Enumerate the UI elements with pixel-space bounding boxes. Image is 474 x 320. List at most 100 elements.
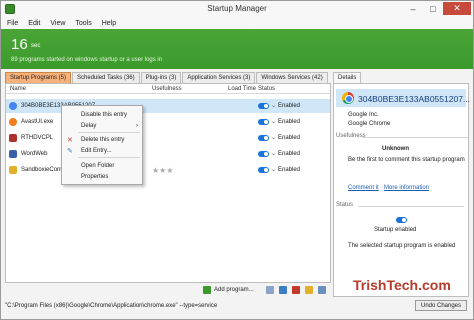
delete-icon[interactable] <box>291 286 300 294</box>
column-name[interactable]: Name <box>10 86 26 92</box>
menu-item-delay[interactable]: Delay › <box>62 120 142 131</box>
category-tabs: Startup Programs (5) Scheduled Tasks (36… <box>5 72 329 83</box>
chevron-down-icon[interactable]: ⌄ <box>271 102 276 109</box>
status-label: Enabled <box>278 119 301 125</box>
column-usefulness[interactable]: Usefulness <box>152 86 182 92</box>
command-line-path: "C:\Program Files (x86)\Google\Chrome\Ap… <box>5 303 218 309</box>
menu-tools[interactable]: Tools <box>75 20 91 27</box>
edit-icon: ✎ <box>67 147 73 155</box>
edit-icon[interactable] <box>278 286 287 294</box>
chrome-icon <box>342 92 354 104</box>
table-row[interactable]: WordWeb ⌄ Enabled <box>6 147 330 161</box>
more-information-link[interactable]: More information <box>384 185 429 191</box>
maximize-button[interactable]: □ <box>423 2 443 15</box>
context-menu: Disable this entry Delay › ✕ Delete this… <box>61 105 143 185</box>
menu-item-label: Edit Entry... <box>81 147 112 154</box>
status-toggle[interactable] <box>258 167 269 173</box>
tab-startup-programs[interactable]: Startup Programs (5) <box>5 72 72 83</box>
minimize-button[interactable]: – <box>403 2 423 15</box>
menu-separator <box>78 157 140 158</box>
status-value: Startup enabled <box>374 227 417 233</box>
chevron-down-icon[interactable]: ⌄ <box>271 118 276 125</box>
chevron-down-icon[interactable]: ⌄ <box>271 166 276 173</box>
usefulness-rating[interactable]: ★★★ <box>152 166 174 175</box>
menu-view[interactable]: View <box>50 20 65 27</box>
chevron-down-icon[interactable]: ⌄ <box>271 150 276 157</box>
close-button[interactable]: ✕ <box>443 2 471 15</box>
status-label: Enabled <box>278 167 301 173</box>
boot-time-banner: 16 sec 89 programs started on windows st… <box>1 29 473 69</box>
wordweb-icon <box>9 150 17 158</box>
menu-file[interactable]: File <box>7 20 18 27</box>
status-label: Enabled <box>278 103 301 109</box>
menu-item-edit[interactable]: ✎ Edit Entry... <box>62 145 142 156</box>
column-status[interactable]: Status <box>258 86 275 92</box>
startup-status-toggle[interactable] <box>396 217 407 223</box>
status-label: Enabled <box>278 135 301 141</box>
status-toggle[interactable] <box>258 119 269 125</box>
details-panel: 304B0BE3E133AB0551207... Google Inc. Goo… <box>333 83 470 297</box>
search-icon[interactable] <box>317 286 326 294</box>
startup-manager-window: Startup Manager – □ ✕ File Edit View Too… <box>0 0 474 320</box>
tab-application-services[interactable]: Application Services (3) <box>182 72 256 83</box>
title-bar: Startup Manager – □ ✕ <box>1 1 473 17</box>
watermark: TrishTech.com <box>353 277 451 293</box>
menu-edit[interactable]: Edit <box>28 20 40 27</box>
table-row[interactable]: AvastUI.exe ⌄ Enabled <box>6 115 330 129</box>
boot-time-value: 16 <box>11 36 28 53</box>
delete-icon: ✕ <box>67 136 73 144</box>
status-toggle[interactable] <box>258 135 269 141</box>
status-section-header: Status <box>336 202 354 208</box>
speaker-icon <box>9 134 17 142</box>
menu-bar: File Edit View Tools Help <box>1 17 473 29</box>
usefulness-section-header: Usefulness <box>336 133 366 139</box>
folder-icon[interactable] <box>304 286 313 294</box>
menu-item-label: Open Folder <box>81 162 115 169</box>
section-divider <box>362 137 468 138</box>
column-header: Name Usefulness Load Time Status <box>6 84 330 94</box>
table-row[interactable]: SandboxieControl ★★★ ⌄ Enabled <box>6 163 330 177</box>
window-controls: – □ ✕ <box>403 2 471 15</box>
menu-item-delete[interactable]: ✕ Delete this entry <box>62 134 142 145</box>
menu-item-label: Properties <box>81 173 109 180</box>
product-name: Google Chrome <box>348 121 391 127</box>
program-name: RTHDVCPL <box>21 135 54 141</box>
tab-windows-services[interactable]: Windows Services (42) <box>256 72 328 83</box>
boot-time-unit: sec <box>31 43 41 49</box>
startup-list: Name Usefulness Load Time Status 304B0BE… <box>5 83 331 283</box>
company-name: Google Inc. <box>348 112 379 118</box>
tab-scheduled-tasks[interactable]: Scheduled Tasks (36) <box>72 72 140 83</box>
list-toolbar: Add program... <box>5 284 331 296</box>
details-header: 304B0BE3E133AB0551207... <box>336 89 470 107</box>
menu-help[interactable]: Help <box>102 20 116 27</box>
properties-icon[interactable] <box>265 286 274 294</box>
chrome-icon <box>9 102 17 110</box>
tab-plug-ins[interactable]: Plug-ins (3) <box>140 72 182 83</box>
comment-link[interactable]: Comment it <box>348 185 379 191</box>
status-description: The selected startup program is enabled <box>348 243 456 249</box>
section-divider <box>358 206 464 207</box>
sandboxie-icon <box>9 166 17 174</box>
status-toggle[interactable] <box>258 103 269 109</box>
menu-item-label: Delay <box>81 122 97 129</box>
program-name: AvastUI.exe <box>21 119 54 125</box>
add-program-button[interactable]: Add program... <box>214 287 254 293</box>
status-bar: "C:\Program Files (x86)\Google\Chrome\Ap… <box>1 299 473 313</box>
undo-changes-button[interactable]: Undo Changes <box>415 300 467 311</box>
usefulness-value: Unknown <box>382 146 409 152</box>
submenu-arrow-icon: › <box>136 122 138 129</box>
table-row[interactable]: 304B0BE3E133AB0551207... ⌄ Enabled <box>6 99 330 113</box>
menu-item-open-folder[interactable]: Open Folder <box>62 160 142 171</box>
chevron-down-icon[interactable]: ⌄ <box>271 134 276 141</box>
program-name: WordWeb <box>21 151 48 157</box>
menu-item-properties[interactable]: Properties <box>62 171 142 182</box>
status-toggle[interactable] <box>258 151 269 157</box>
column-load-time[interactable]: Load Time <box>228 86 256 92</box>
status-label: Enabled <box>278 151 301 157</box>
avast-icon <box>9 118 17 126</box>
banner-subtitle: 89 programs started on windows startup o… <box>11 57 163 63</box>
add-program-icon <box>203 286 211 294</box>
tab-details[interactable]: Details <box>333 72 362 83</box>
menu-item-disable[interactable]: Disable this entry <box>62 109 142 120</box>
table-row[interactable]: RTHDVCPL ⌄ Enabled <box>6 131 330 145</box>
